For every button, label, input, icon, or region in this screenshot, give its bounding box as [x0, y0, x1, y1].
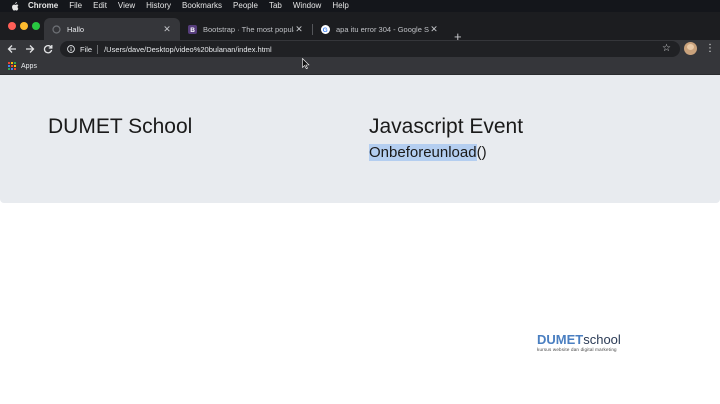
window-close-button[interactable] — [8, 22, 16, 30]
bookmarks-bar: Apps — [0, 58, 720, 75]
url-text[interactable]: /Users/dave/Desktop/video%20bulanan/inde… — [104, 45, 272, 54]
jumbotron-header: DUMET School Javascript Event Onbeforeun… — [0, 75, 720, 203]
apps-bookmark-label[interactable]: Apps — [21, 63, 37, 70]
address-bar[interactable]: File /Users/dave/Desktop/video%20bulanan… — [60, 41, 680, 57]
brand-name-dumet: DUMET — [537, 332, 584, 347]
menu-help[interactable]: Help — [332, 0, 348, 12]
url-divider — [97, 44, 99, 54]
profile-avatar[interactable] — [684, 42, 697, 55]
loading-icon — [52, 24, 61, 34]
forward-arrow-icon[interactable] — [23, 42, 37, 56]
tab-close-icon[interactable]: ✕ — [429, 24, 439, 35]
window-zoom-button[interactable] — [32, 22, 40, 30]
menu-window[interactable]: Window — [293, 0, 321, 12]
menu-view[interactable]: View — [118, 0, 135, 12]
macos-menu-bar: Chrome File Edit View History Bookmarks … — [0, 0, 720, 12]
tab-google-search[interactable]: G apa itu error 304 - Google Search ✕ — [313, 18, 447, 40]
apps-grid-icon[interactable] — [8, 62, 16, 70]
more-menu-icon[interactable]: ⋮ — [705, 42, 715, 56]
menu-history[interactable]: History — [146, 0, 171, 12]
school-heading: DUMET School — [48, 115, 193, 138]
selected-event-name: Onbeforeunload — [369, 144, 477, 161]
svg-text:B: B — [190, 27, 195, 34]
event-subheading: Onbeforeunload() — [369, 144, 487, 161]
reload-icon[interactable] — [41, 42, 55, 56]
apple-icon[interactable] — [10, 1, 20, 11]
tab-hallo[interactable]: Hallo ✕ — [44, 18, 180, 40]
brand-tagline: kursus website dan digital marketing — [537, 347, 617, 352]
menu-app-chrome[interactable]: Chrome — [28, 0, 58, 12]
back-arrow-icon[interactable] — [5, 42, 19, 56]
menu-file[interactable]: File — [69, 0, 82, 12]
tab-title: Hallo — [67, 24, 85, 34]
svg-text:G: G — [323, 27, 328, 34]
tab-close-icon[interactable]: ✕ — [294, 24, 304, 35]
mouse-cursor-icon — [302, 56, 310, 74]
tab-title: apa itu error 304 - Google Search — [336, 24, 429, 34]
tab-close-icon[interactable]: ✕ — [162, 24, 172, 35]
google-icon: G — [321, 24, 330, 34]
bootstrap-icon: B — [188, 24, 197, 34]
window-minimize-button[interactable] — [20, 22, 28, 30]
brand-name-school: school — [583, 332, 621, 347]
tab-title: Bootstrap · The most popular HTML — [203, 24, 294, 34]
url-scheme-label: File — [80, 44, 93, 54]
event-heading: Javascript Event — [369, 115, 524, 138]
browser-toolbar: File /Users/dave/Desktop/video%20bulanan… — [0, 40, 720, 58]
event-parentheses: () — [476, 144, 487, 161]
tab-bootstrap[interactable]: B Bootstrap · The most popular HTML ✕ — [180, 18, 312, 40]
browser-tab-strip: Hallo ✕ B Bootstrap · The most popular H… — [0, 12, 720, 44]
page-viewport: DUMET School Javascript Event Onbeforeun… — [0, 75, 720, 404]
menu-tab[interactable]: Tab — [269, 0, 282, 12]
bookmark-star-icon[interactable]: ☆ — [662, 43, 671, 54]
info-icon[interactable] — [67, 45, 75, 53]
menu-bookmarks[interactable]: Bookmarks — [182, 0, 222, 12]
brand-name: DUMETschool — [537, 332, 621, 347]
menu-people[interactable]: People — [233, 0, 258, 12]
dumet-school-logo: DUMETschool kursus website dan digital m… — [537, 332, 621, 352]
menu-edit[interactable]: Edit — [93, 0, 107, 12]
